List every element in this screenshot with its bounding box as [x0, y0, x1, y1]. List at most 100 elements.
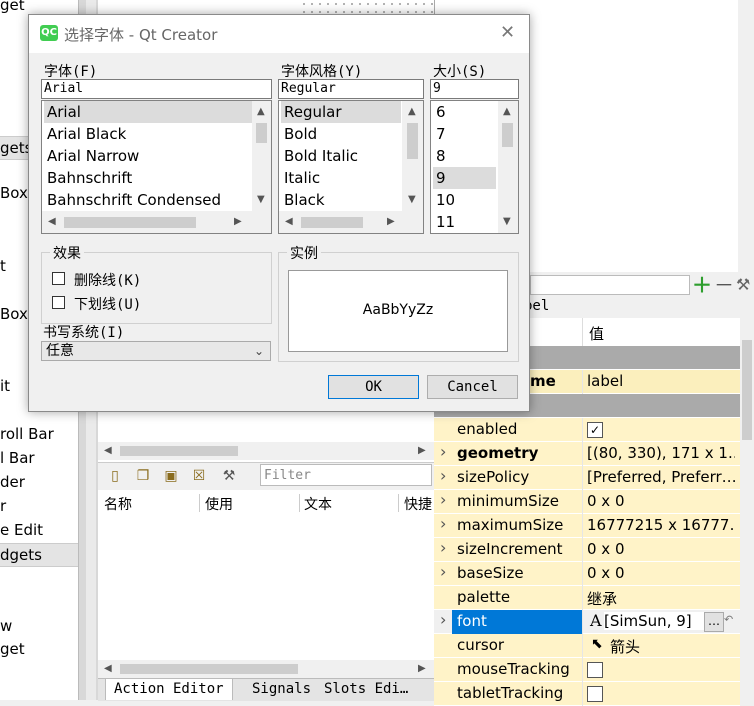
property-row-sizeincrement[interactable]: › sizeIncrement 0 x 0	[434, 538, 740, 562]
property-value[interactable]: 0 x 0	[587, 564, 735, 582]
widget-item[interactable]: get	[0, 640, 25, 658]
property-row-cursor[interactable]: cursor 箭头 ⬉	[434, 634, 740, 658]
column-header[interactable]: 使用	[205, 494, 233, 514]
expand-icon[interactable]: ›	[440, 514, 446, 533]
copy-icon[interactable]: ❐	[134, 467, 152, 485]
property-filter-input[interactable]	[530, 275, 690, 295]
list-item[interactable]: Arial	[44, 101, 252, 123]
list-item[interactable]: Bahnschrift Condensed	[44, 189, 221, 211]
chevron-down-icon[interactable]: ▼	[257, 195, 265, 205]
list-item[interactable]: Italic	[281, 167, 320, 189]
font-browse-button[interactable]: …	[704, 612, 724, 632]
action-table[interactable]	[98, 490, 434, 660]
close-icon[interactable]: ✕	[500, 22, 515, 43]
expand-icon[interactable]: ›	[440, 466, 446, 485]
reset-icon[interactable]: ↶	[724, 613, 733, 626]
expand-icon[interactable]: ›	[440, 562, 446, 581]
chevron-left-icon[interactable]: ◀	[48, 217, 56, 227]
list-item[interactable]: 10	[433, 189, 455, 211]
list-item[interactable]: 7	[433, 123, 446, 145]
chevron-right-icon[interactable]: ▶	[387, 217, 395, 227]
action-horizontal-scrollbar[interactable]: ◀ ▶	[98, 660, 434, 678]
widget-item[interactable]: t	[0, 257, 6, 275]
remove-property-icon[interactable]: －	[714, 275, 734, 295]
chevron-up-icon[interactable]: ▲	[408, 107, 416, 117]
list-item[interactable]: 9	[433, 167, 496, 189]
property-value[interactable]: [(80, 330), 171 x 1…	[587, 444, 735, 462]
property-row-maximumsize[interactable]: › maximumSize 16777215 x 16777…	[434, 514, 740, 538]
vertical-scrollbar[interactable]: ▲ ▼	[402, 101, 423, 211]
property-value[interactable]: 继承	[587, 588, 735, 609]
expand-icon[interactable]: ›	[440, 490, 446, 509]
configure-icon[interactable]: ⚒	[220, 467, 238, 485]
property-row-minimumsize[interactable]: › minimumSize 0 x 0	[434, 490, 740, 514]
property-checkbox[interactable]: ✓	[587, 422, 603, 438]
chevron-up-icon[interactable]: ▲	[503, 107, 511, 117]
list-item[interactable]: 11	[433, 211, 455, 233]
strikeout-label[interactable]: 删除线(K)	[74, 270, 141, 290]
property-value[interactable]: 0 x 0	[587, 540, 735, 558]
font-style-input[interactable]: Regular	[278, 79, 424, 99]
list-item[interactable]: Bold Italic	[281, 145, 358, 167]
new-action-icon[interactable]: ▯	[106, 467, 124, 485]
add-property-icon[interactable]: ＋	[692, 275, 712, 295]
form-canvas[interactable]	[300, 0, 435, 14]
widget-item[interactable]: get	[0, 0, 25, 14]
expand-icon[interactable]: ›	[440, 610, 446, 629]
chevron-right-icon[interactable]: ▶	[234, 217, 242, 227]
horizontal-scrollbar[interactable]: ◀ ▶	[279, 211, 423, 233]
configure-icon[interactable]: ⚒	[736, 275, 750, 295]
underline-checkbox[interactable]	[52, 296, 65, 309]
property-value[interactable]: 16777215 x 16777…	[587, 516, 735, 534]
chevron-down-icon[interactable]: ▼	[503, 217, 511, 227]
list-item[interactable]: 6	[433, 101, 446, 123]
chevron-left-icon[interactable]: ◀	[285, 217, 293, 227]
chevron-up-icon[interactable]: ▲	[257, 107, 265, 117]
widget-item[interactable]: l Bar	[0, 449, 35, 467]
property-value[interactable]: 箭头	[610, 636, 754, 657]
property-row-mousetracking[interactable]: mouseTracking	[434, 658, 740, 682]
scroll-thumb[interactable]	[120, 664, 298, 674]
paste-icon[interactable]: ▣	[162, 467, 180, 485]
underline-label[interactable]: 下划线(U)	[74, 294, 141, 314]
scroll-thumb[interactable]	[301, 217, 363, 228]
property-row-font[interactable]: › font [SimSun, 9] A … ↶	[434, 610, 740, 634]
property-value[interactable]: 0 x 0	[587, 492, 735, 510]
tab-label[interactable]: Signals	[252, 681, 311, 697]
ok-button[interactable]: OK	[328, 375, 419, 399]
widget-item[interactable]: Box	[0, 305, 28, 323]
property-row-enabled[interactable]: enabled ✓	[434, 418, 740, 442]
scroll-thumb[interactable]	[502, 123, 513, 147]
widget-category[interactable]: dgets	[0, 543, 78, 567]
scroll-thumb[interactable]	[120, 446, 238, 456]
list-item[interactable]: Regular	[281, 101, 401, 123]
list-item[interactable]: Arial Black	[44, 123, 126, 145]
font-family-input[interactable]: Arial	[41, 79, 272, 99]
chevron-down-icon[interactable]: ▼	[408, 195, 416, 205]
widget-item[interactable]: e Edit	[0, 521, 43, 539]
vertical-scrollbar[interactable]: ▲ ▼	[498, 101, 518, 233]
tab-label[interactable]: Slots Edi…	[324, 681, 408, 697]
scroll-right-icon[interactable]: ▶	[418, 664, 426, 674]
value-column-header[interactable]: 值	[589, 323, 604, 344]
form-horizontal-scrollbar[interactable]: ◀ ▶	[98, 442, 434, 460]
property-row-palette[interactable]: palette 继承	[434, 586, 740, 610]
widget-item[interactable]: r	[0, 497, 6, 515]
font-family-list[interactable]: Arial Arial Black Arial Narrow Bahnschri…	[41, 100, 272, 234]
list-item[interactable]: Bold	[281, 123, 317, 145]
cancel-button[interactable]: Cancel	[427, 375, 518, 399]
scroll-thumb[interactable]	[742, 340, 752, 440]
writing-system-select[interactable]: 任意 ⌄	[41, 341, 271, 361]
scroll-right-icon[interactable]: ▶	[418, 446, 426, 456]
column-header[interactable]: 快捷	[404, 494, 432, 514]
list-item[interactable]: 8	[433, 145, 446, 167]
list-item[interactable]: Bahnschrift	[44, 167, 132, 189]
scroll-left-icon[interactable]: ◀	[104, 446, 112, 456]
property-row-geometry[interactable]: › geometry [(80, 330), 171 x 1…	[434, 442, 740, 466]
property-row-tablettracking[interactable]: tabletTracking	[434, 682, 740, 706]
inspector-scrollbar[interactable]	[738, 0, 754, 272]
list-item[interactable]: Arial Narrow	[44, 145, 139, 167]
font-size-list[interactable]: 6 7 8 9 10 11 ▲ ▼	[430, 100, 519, 234]
list-item[interactable]: Black	[281, 189, 325, 211]
column-header[interactable]: 名称	[104, 494, 132, 514]
